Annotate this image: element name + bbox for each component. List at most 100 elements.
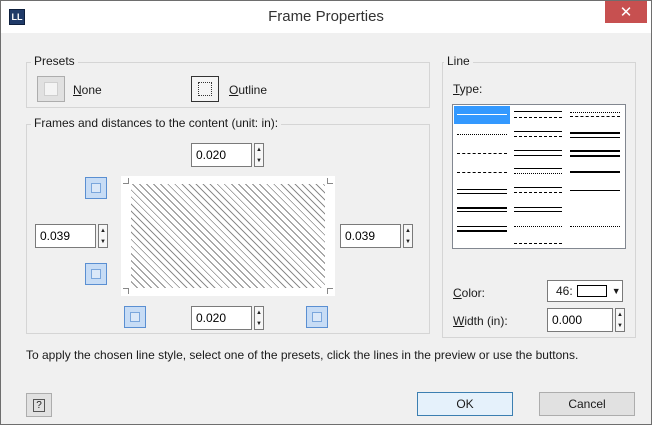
line-width-input[interactable]: [547, 308, 613, 332]
color-value: 46:: [556, 284, 573, 298]
top-distance-spinner[interactable]: ▲ ▼: [191, 143, 264, 167]
spin-down-icon[interactable]: ▼: [99, 236, 107, 247]
outline-frame-icon: [198, 82, 212, 96]
close-button[interactable]: ✕: [605, 1, 647, 23]
color-label: Color:: [453, 286, 486, 300]
width-spin-arrows[interactable]: ▲ ▼: [615, 308, 625, 332]
right-line-button[interactable]: [306, 306, 328, 328]
line-style-option[interactable]: [514, 155, 562, 156]
left-spin-arrows[interactable]: ▲ ▼: [98, 224, 108, 248]
line-style-option[interactable]: [514, 211, 562, 212]
right-distance-spinner[interactable]: ▲ ▼: [340, 224, 413, 248]
spin-up-icon[interactable]: ▲: [255, 144, 263, 155]
line-style-option[interactable]: [457, 189, 507, 190]
spin-up-icon[interactable]: ▲: [255, 307, 263, 318]
line-type-list[interactable]: [452, 104, 626, 249]
line-style-option[interactable]: [514, 173, 562, 174]
dropdown-arrow-icon[interactable]: ▼: [612, 286, 621, 296]
preset-outline-label[interactable]: Outline: [229, 83, 267, 97]
top-distance-input[interactable]: [191, 143, 252, 167]
width-label: Width (in):: [453, 314, 508, 328]
right-spin-arrows[interactable]: ▲ ▼: [403, 224, 413, 248]
line-style-option[interactable]: [457, 134, 507, 135]
line-style-option[interactable]: [570, 132, 620, 134]
line-style-option[interactable]: [570, 226, 620, 227]
spin-down-icon[interactable]: ▼: [616, 320, 624, 331]
left-line-icon: [130, 312, 140, 322]
preset-none-button[interactable]: [37, 76, 65, 102]
line-style-option[interactable]: [570, 171, 620, 173]
line-style-option[interactable]: [514, 187, 562, 188]
frame-preview[interactable]: [121, 176, 335, 296]
right-line-icon: [312, 312, 322, 322]
presets-label: Presets: [31, 54, 78, 68]
line-style-option[interactable]: [514, 168, 562, 169]
line-label: Line: [444, 54, 473, 68]
none-frame-icon: [44, 82, 58, 96]
help-button[interactable]: ?: [26, 393, 52, 417]
bottom-distance-input[interactable]: [191, 306, 252, 330]
left-distance-input[interactable]: [35, 224, 96, 248]
top-line-icon: [91, 183, 101, 193]
spin-down-icon[interactable]: ▼: [255, 155, 263, 166]
spin-down-icon[interactable]: ▼: [255, 318, 263, 329]
line-style-option[interactable]: [514, 150, 562, 151]
bottom-spin-arrows[interactable]: ▲ ▼: [254, 306, 264, 330]
line-style-option[interactable]: [570, 190, 620, 191]
spin-up-icon[interactable]: ▲: [616, 309, 624, 320]
top-spin-arrows[interactable]: ▲ ▼: [254, 143, 264, 167]
spin-down-icon[interactable]: ▼: [404, 236, 412, 247]
bottom-distance-spinner[interactable]: ▲ ▼: [191, 306, 264, 330]
dialog-title: Frame Properties: [268, 8, 384, 25]
line-style-option[interactable]: [570, 150, 620, 152]
corner-mark-bl: [123, 288, 129, 294]
line-style-option[interactable]: [514, 243, 562, 244]
line-style-option[interactable]: [570, 155, 620, 157]
line-style-option[interactable]: [514, 207, 562, 208]
corner-mark-tl: [123, 178, 129, 184]
right-distance-input[interactable]: [340, 224, 401, 248]
content-area-hatch: [131, 184, 325, 288]
frame-properties-dialog: LL Frame Properties ✕ Presets None Outli…: [0, 0, 652, 425]
line-style-option[interactable]: [514, 192, 562, 193]
line-style-option[interactable]: [457, 193, 507, 194]
line-style-option[interactable]: [570, 116, 620, 117]
close-icon: ✕: [619, 4, 633, 21]
preset-outline-button[interactable]: [191, 76, 219, 102]
line-style-option[interactable]: [457, 153, 507, 154]
ok-button[interactable]: OK: [417, 392, 513, 416]
top-line-button[interactable]: [85, 177, 107, 199]
line-style-option[interactable]: [514, 111, 562, 112]
hint-text: To apply the chosen line style, select o…: [26, 348, 579, 362]
line-style-option[interactable]: [457, 211, 507, 212]
line-style-option[interactable]: [514, 117, 562, 118]
type-label: Type:: [453, 82, 483, 96]
color-swatch: [576, 285, 607, 297]
help-icon: ?: [33, 398, 45, 412]
frames-label: Frames and distances to the content (uni…: [31, 116, 282, 130]
line-type-selected[interactable]: [454, 106, 510, 124]
corner-mark-br: [327, 288, 333, 294]
left-line-button[interactable]: [124, 306, 146, 328]
cancel-button[interactable]: Cancel: [539, 392, 635, 416]
bottom-line-button-left[interactable]: [85, 263, 107, 285]
line-style-option[interactable]: [457, 226, 507, 227]
bottom-line-icon: [91, 269, 101, 279]
line-style-option[interactable]: [457, 114, 507, 115]
corner-mark-tr: [327, 178, 333, 184]
title-bar: LL Frame Properties ✕: [1, 1, 651, 33]
line-style-option[interactable]: [514, 226, 562, 227]
left-distance-spinner[interactable]: ▲ ▼: [35, 224, 108, 248]
line-style-option[interactable]: [457, 207, 507, 209]
line-width-spinner[interactable]: ▲ ▼: [547, 308, 625, 332]
spin-up-icon[interactable]: ▲: [99, 225, 107, 236]
line-style-option[interactable]: [457, 230, 507, 232]
line-style-option[interactable]: [514, 131, 562, 132]
line-style-option[interactable]: [570, 137, 620, 138]
line-style-option[interactable]: [570, 112, 620, 113]
spin-up-icon[interactable]: ▲: [404, 225, 412, 236]
line-style-option[interactable]: [457, 172, 507, 173]
preset-none-label[interactable]: None: [73, 83, 102, 97]
color-select[interactable]: 46: ▼: [547, 280, 623, 302]
line-style-option[interactable]: [514, 136, 562, 137]
